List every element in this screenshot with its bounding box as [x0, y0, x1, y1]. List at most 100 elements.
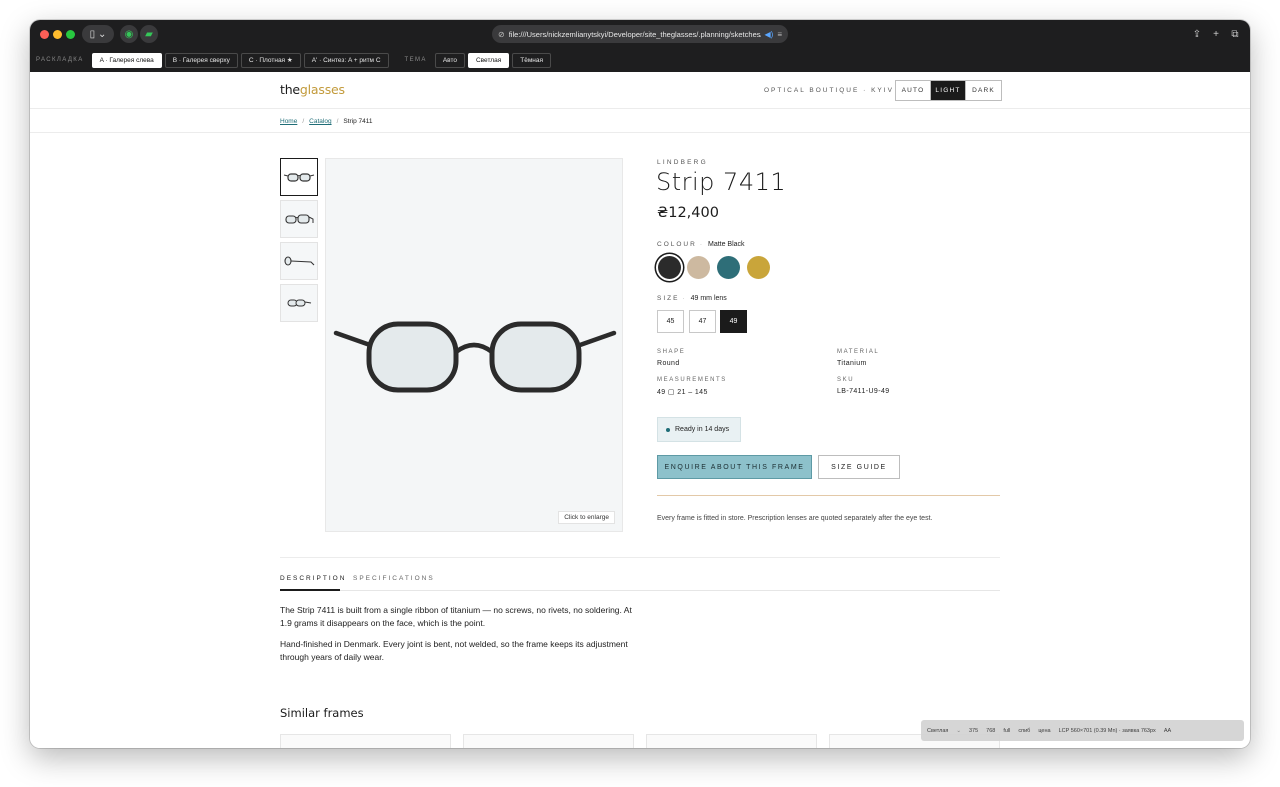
dev-toolbar: Светлая ⌄ 375 768 full спиб цена LCP 560… — [921, 720, 1244, 741]
spec-sku-value: LB-7411-U9-49 — [837, 388, 890, 395]
theme-switcher: AUTO LIGHT DARK — [895, 80, 1002, 101]
tab-specifications[interactable]: SPECIFICATIONS — [353, 575, 435, 582]
dev-width-375[interactable]: 375 — [969, 728, 978, 734]
layout-a-button[interactable]: A · Галерея слева — [91, 52, 162, 68]
glasses-angle-icon — [285, 214, 314, 224]
theme-auto-button[interactable]: Авто — [434, 52, 465, 68]
size-option-49[interactable]: 49 — [720, 310, 747, 333]
theme-dark-button[interactable]: Тёмная — [512, 52, 552, 68]
close-window-button[interactable] — [40, 30, 49, 39]
breadcrumb-catalog-link[interactable]: Catalog — [309, 118, 331, 125]
layout-b-button[interactable]: B · Галерея сверху — [164, 52, 238, 68]
breadcrumb: Home / Catalog / Strip 7411 — [30, 109, 1250, 133]
sketch-toolbar: РАСКЛАДКА A · Галерея слева B · Галерея … — [30, 48, 1250, 72]
enquire-button[interactable]: ENQUIRE ABOUT THIS FRAME — [657, 455, 812, 479]
page-info-icon[interactable]: ⊘ — [498, 30, 505, 39]
theme-label: ТЕМА — [404, 57, 427, 63]
colour-swatch-matte-black[interactable] — [658, 256, 681, 279]
share-icon[interactable]: ⇪ — [1190, 27, 1204, 41]
gallery-thumbnail-side[interactable] — [280, 242, 318, 280]
description-paragraph-1: The Strip 7411 is built from a single ri… — [280, 605, 632, 628]
extension-icon[interactable]: ◉ — [120, 25, 138, 43]
minimize-window-button[interactable] — [53, 30, 62, 39]
url-text: file:///Users/nickzemlianytskyi/Develope… — [508, 29, 761, 39]
extension-icon-2[interactable]: ▰ — [140, 25, 158, 43]
size-value: 49 mm lens — [690, 295, 727, 302]
similar-frame-card[interactable] — [463, 734, 634, 748]
similar-frame-card[interactable] — [280, 734, 451, 748]
address-bar[interactable]: ⊘ file:///Users/nickzemlianytskyi/Develo… — [492, 25, 788, 43]
new-tab-icon[interactable]: + — [1209, 27, 1223, 41]
layout-c-button[interactable]: C · Плотная ★ — [240, 52, 301, 68]
theme-light-option[interactable]: LIGHT — [931, 81, 966, 100]
spec-shape-label: SHAPE — [657, 349, 686, 355]
fitting-note: Every frame is fitted in store. Prescrip… — [657, 515, 933, 522]
dev-width-768[interactable]: 768 — [986, 728, 995, 734]
product-brand: LINDBERG — [657, 159, 708, 166]
logo-part-glasses: glasses — [299, 82, 345, 97]
tabs-divider — [280, 590, 1000, 591]
active-tab-indicator — [280, 589, 340, 591]
product-page: theglasses OPTICAL BOUTIQUE · KYIV AUTO … — [30, 72, 1250, 748]
availability-text: Ready in 14 days — [675, 426, 730, 433]
glasses-illustration — [333, 321, 617, 393]
site-header: theglasses OPTICAL BOUTIQUE · KYIV AUTO … — [30, 72, 1250, 109]
colour-value: Matte Black — [707, 241, 745, 248]
theme-auto-option[interactable]: AUTO — [896, 81, 931, 100]
divider — [657, 495, 1000, 496]
size-label: SIZE · 49 mm lens — [657, 295, 727, 302]
glasses-front-icon — [283, 173, 315, 182]
audio-icon[interactable]: ◀) — [765, 30, 774, 39]
colour-label-text: COLOUR — [657, 241, 697, 248]
theme-light-button[interactable]: Светлая — [467, 52, 510, 68]
dev-grid[interactable]: спиб — [1018, 728, 1030, 734]
size-option-47[interactable]: 47 — [689, 310, 716, 333]
site-tagline: OPTICAL BOUTIQUE · KYIV — [764, 87, 894, 94]
breadcrumb-separator: / — [336, 118, 339, 125]
theme-dark-option[interactable]: DARK — [966, 81, 1001, 100]
section-divider — [280, 557, 1000, 558]
dev-theme[interactable]: Светлая — [927, 728, 948, 734]
dev-metrics: LCP 560×701 (0.39 Mn) · заявка 763px — [1058, 727, 1156, 734]
sidebar-toggle-icon[interactable]: ▯ ⌄ — [82, 25, 114, 43]
reader-icon[interactable]: ≡ — [777, 30, 782, 39]
availability-dot-icon — [666, 427, 670, 432]
similar-frame-card[interactable] — [646, 734, 817, 748]
site-logo[interactable]: theglasses — [280, 82, 345, 97]
gallery-thumbnail-folded[interactable] — [280, 284, 318, 322]
dev-width-full[interactable]: full — [1003, 728, 1010, 734]
gallery-thumbnail-front[interactable] — [280, 158, 318, 196]
colour-label: COLOUR · Matte Black — [657, 241, 745, 248]
breadcrumb-home-link[interactable]: Home — [280, 118, 297, 125]
zoom-window-button[interactable] — [66, 30, 75, 39]
glasses-side-icon — [284, 256, 315, 266]
breadcrumb-current: Strip 7411 — [343, 118, 373, 125]
spec-material-value: Titanium — [837, 360, 867, 367]
layout-a-prime-button[interactable]: A' · Синтез: A + ритм C — [303, 52, 389, 68]
enlarge-button[interactable]: Click to enlarge — [558, 511, 615, 524]
spec-sku-label: SKU — [837, 377, 855, 383]
logo-part-the: the — [280, 82, 300, 97]
dev-contrast[interactable]: AA — [1164, 728, 1171, 734]
spec-measurements-label: MEASUREMENTS — [657, 377, 727, 383]
size-option-45[interactable]: 45 — [657, 310, 684, 333]
spec-material-label: MATERIAL — [837, 349, 880, 355]
browser-window: ▯ ⌄ ◉ ▰ ⊘ file:///Users/nickzemlianytsky… — [30, 20, 1250, 748]
size-guide-button[interactable]: SIZE GUIDE — [818, 455, 900, 479]
spec-measurements-value: 49 ▢ 21 – 145 — [657, 389, 708, 396]
glasses-folded-icon — [287, 299, 312, 307]
dev-price[interactable]: цена — [1038, 728, 1050, 734]
browser-titlebar: ▯ ⌄ ◉ ▰ ⊘ file:///Users/nickzemlianytsky… — [30, 20, 1250, 48]
tab-overview-icon[interactable]: ⧉ — [1228, 27, 1242, 41]
gallery-thumbnail-angle[interactable] — [280, 200, 318, 238]
product-price: ₴12,400 — [657, 205, 719, 221]
main-product-image[interactable]: Click to enlarge — [325, 158, 623, 532]
layout-label: РАСКЛАДКА — [36, 57, 84, 63]
spec-shape-value: Round — [657, 360, 680, 367]
description-paragraph-2: Hand-finished in Denmark. Every joint is… — [280, 639, 628, 662]
colour-swatch-gold[interactable] — [747, 256, 770, 279]
colour-swatch-beige[interactable] — [687, 256, 710, 279]
colour-swatch-teal[interactable] — [717, 256, 740, 279]
tab-description[interactable]: DESCRIPTION — [280, 575, 346, 582]
availability-badge: Ready in 14 days — [657, 417, 741, 442]
